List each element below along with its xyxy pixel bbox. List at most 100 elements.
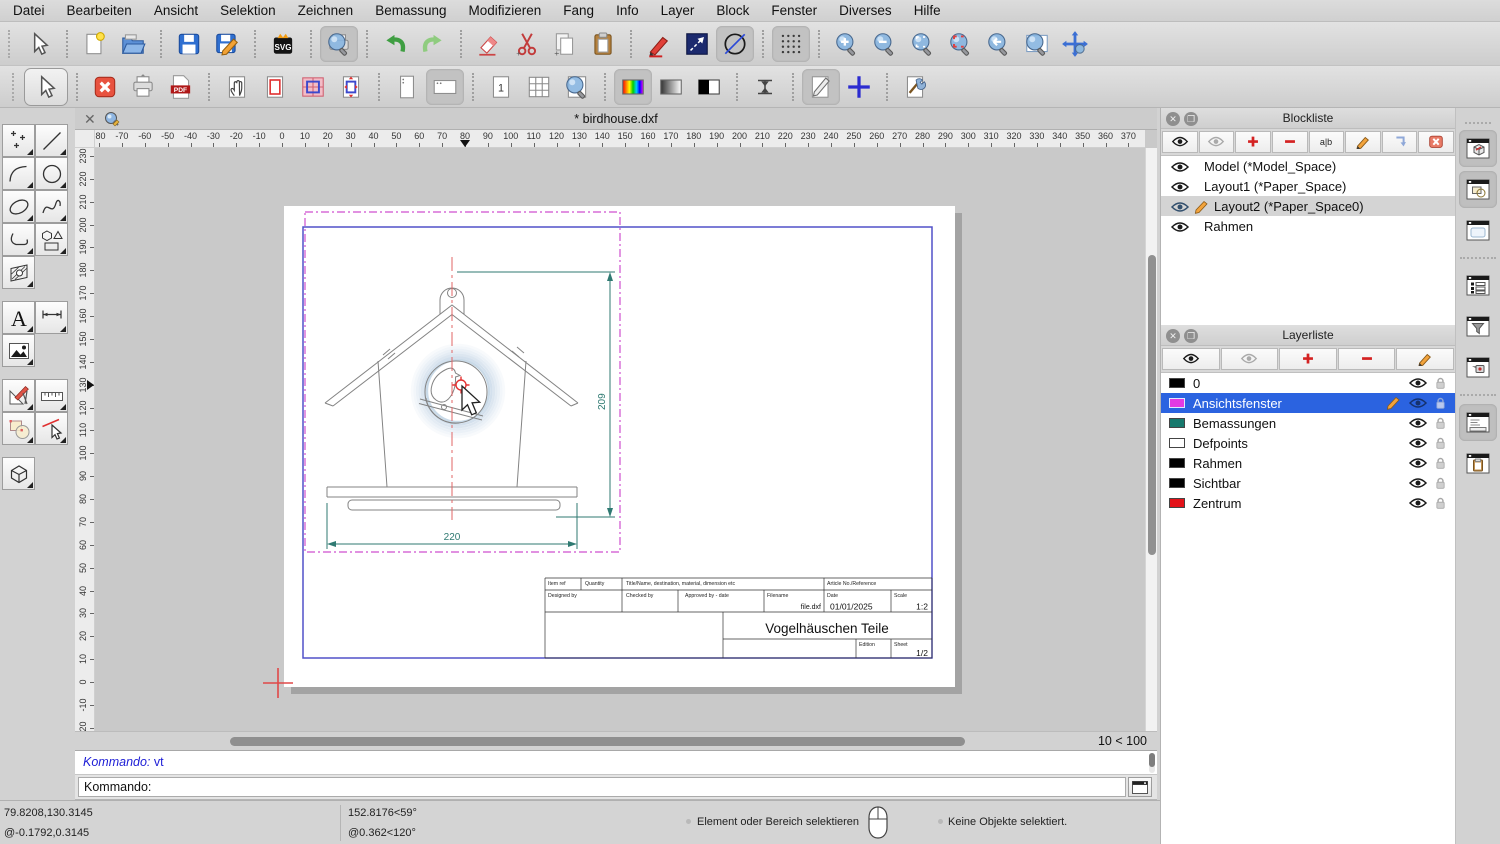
hairline-button[interactable] <box>746 69 784 105</box>
menu-modifizieren[interactable]: Modifizieren <box>469 3 542 18</box>
zoom-page-button[interactable] <box>558 69 596 105</box>
full-color-button[interactable] <box>614 69 652 105</box>
layer-visibility-eye-icon[interactable] <box>1408 496 1428 510</box>
tool-shapes-button[interactable] <box>35 223 68 256</box>
command-input[interactable] <box>157 780 1125 794</box>
tool-arc-button[interactable] <box>2 157 35 190</box>
pan-button[interactable] <box>1056 26 1094 62</box>
dock-block-toggle-button[interactable] <box>1459 130 1497 167</box>
tool-line-button[interactable] <box>35 124 68 157</box>
pointer-button[interactable] <box>20 26 58 62</box>
block-row-layout1[interactable]: Layout1 (*Paper_Space) <box>1161 176 1455 196</box>
cut-button[interactable]: + <box>508 26 546 62</box>
zoom-in-button[interactable] <box>828 26 866 62</box>
block-row-layout2[interactable]: Layout2 (*Paper_Space0) <box>1161 196 1455 216</box>
notes-button[interactable] <box>802 69 840 105</box>
layer-eye-button[interactable] <box>1162 348 1220 370</box>
tool-hatch-button[interactable] <box>2 256 35 289</box>
drawing-viewport[interactable]: 209 220 Item ref Quantity Title/Name, <box>95 148 1145 731</box>
zoom-window-button[interactable] <box>1018 26 1056 62</box>
pdf-export-button[interactable]: PDF <box>162 69 200 105</box>
block-pencil-button[interactable] <box>1345 131 1381 153</box>
dock-library-toggle-button[interactable] <box>1459 267 1497 304</box>
layer-lock-icon[interactable] <box>1434 396 1447 410</box>
pointer-button[interactable] <box>24 68 68 106</box>
layer-plus-button[interactable] <box>1279 348 1337 370</box>
paper-border-button[interactable] <box>256 69 294 105</box>
layer-lock-icon[interactable] <box>1434 436 1447 450</box>
undo-button[interactable] <box>376 26 414 62</box>
one-page-button[interactable]: 1 <box>482 69 520 105</box>
tool-dimension-button[interactable] <box>35 301 68 334</box>
layer-lock-icon[interactable] <box>1434 456 1447 470</box>
line-tool-button[interactable] <box>678 26 716 62</box>
layer-minus-button[interactable] <box>1338 348 1396 370</box>
layer-visibility-eye-icon[interactable] <box>1408 396 1428 410</box>
vertical-scrollbar-thumb[interactable] <box>1148 255 1156 555</box>
menu-datei[interactable]: Datei <box>13 3 45 18</box>
paste-button[interactable] <box>584 26 622 62</box>
save-button[interactable] <box>170 26 208 62</box>
menu-info[interactable]: Info <box>616 3 639 18</box>
horizontal-scrollbar[interactable]: 10 < 100 <box>75 731 1157 750</box>
block-eye-off-button[interactable] <box>1199 131 1235 153</box>
menu-ansicht[interactable]: Ansicht <box>154 3 198 18</box>
menu-hilfe[interactable]: Hilfe <box>914 3 941 18</box>
layer-color-swatch[interactable] <box>1169 458 1185 468</box>
command-options-button[interactable] <box>1128 777 1152 797</box>
layer-lock-icon[interactable] <box>1434 416 1447 430</box>
layer-color-swatch[interactable] <box>1169 398 1185 408</box>
layer-row-0[interactable]: 0 <box>1161 373 1455 393</box>
tool-box3d-button[interactable] <box>2 457 35 490</box>
block-row-rahmen[interactable]: Rahmen <box>1161 216 1455 236</box>
layer-row-ansichtsfenster[interactable]: Ansichtsfenster <box>1161 393 1455 413</box>
layer-color-swatch[interactable] <box>1169 498 1185 508</box>
copy-button[interactable]: + <box>546 26 584 62</box>
tool-points-button[interactable] <box>2 124 35 157</box>
tool-drawtools-button[interactable] <box>2 379 35 412</box>
menu-diverses[interactable]: Diverses <box>839 3 892 18</box>
draft-mode-button[interactable] <box>716 26 754 62</box>
landscape-page-button[interactable] <box>426 69 464 105</box>
history-scrollbar-thumb[interactable] <box>1149 753 1155 767</box>
layer-row-defpoints[interactable]: Defpoints <box>1161 433 1455 453</box>
layer-visibility-eye-icon[interactable] <box>1408 376 1428 390</box>
dock-filter-toggle-button[interactable] <box>1459 308 1497 345</box>
pan-page-button[interactable] <box>218 69 256 105</box>
dock-property-toggle-button[interactable] <box>1459 171 1497 208</box>
layer-color-swatch[interactable] <box>1169 378 1185 388</box>
black-white-button[interactable] <box>690 69 728 105</box>
svg-export-button[interactable]: SVG <box>264 26 302 62</box>
menu-fang[interactable]: Fang <box>563 3 594 18</box>
layer-pencil-button[interactable] <box>1396 348 1454 370</box>
close-preview-button[interactable] <box>86 69 124 105</box>
zoom-auto-button[interactable] <box>904 26 942 62</box>
panel-close-icon[interactable]: ✕ <box>1166 112 1180 126</box>
layer-color-swatch[interactable] <box>1169 478 1185 488</box>
layer-lock-icon[interactable] <box>1434 376 1447 390</box>
tool-ruler-button[interactable] <box>35 379 68 412</box>
red-pencil-button[interactable] <box>640 26 678 62</box>
layer-lock-icon[interactable] <box>1434 496 1447 510</box>
block-visibility-eye-icon[interactable] <box>1170 200 1190 213</box>
layer-row-zentrum[interactable]: Zentrum <box>1161 493 1455 513</box>
grid-pages-button[interactable] <box>520 69 558 105</box>
layer-visibility-eye-icon[interactable] <box>1408 456 1428 470</box>
print-preview-button[interactable] <box>320 26 358 62</box>
new-file-button[interactable] <box>76 26 114 62</box>
horizontal-scrollbar-thumb[interactable] <box>230 737 965 746</box>
menu-block[interactable]: Block <box>716 3 749 18</box>
viewport-move-button[interactable] <box>332 69 370 105</box>
tool-selectline-button[interactable] <box>35 412 68 445</box>
tool-image-button[interactable] <box>2 334 35 367</box>
layer-color-swatch[interactable] <box>1169 438 1185 448</box>
menu-zeichnen[interactable]: Zeichnen <box>298 3 354 18</box>
block-insert-button[interactable] <box>1382 131 1418 153</box>
tool-polyline-button[interactable] <box>2 223 35 256</box>
open-file-button[interactable] <box>114 26 152 62</box>
menu-selektion[interactable]: Selektion <box>220 3 276 18</box>
layer-row-bemassungen[interactable]: Bemassungen <box>1161 413 1455 433</box>
tool-ellipse-button[interactable] <box>2 190 35 223</box>
layer-row-sichtbar[interactable]: Sichtbar <box>1161 473 1455 493</box>
crosshair-button[interactable] <box>840 69 878 105</box>
